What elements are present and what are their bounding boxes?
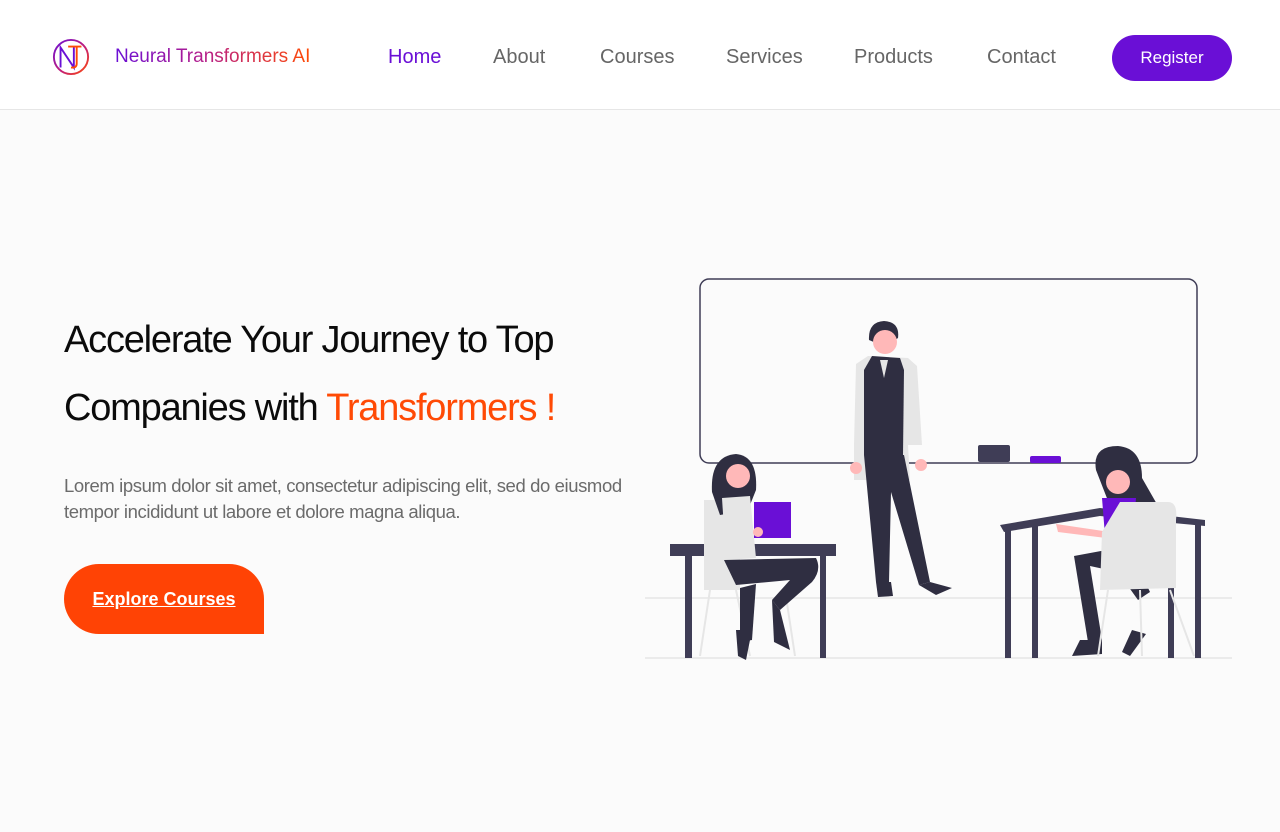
hero-title: Accelerate Your Journey to Top Companies…	[64, 306, 664, 442]
nt-monogram-icon[interactable]	[52, 38, 90, 76]
site-header: Neural Transformers AI Home About Course…	[0, 0, 1280, 110]
nav-about[interactable]: About	[493, 46, 545, 69]
brand-name[interactable]: Neural Transformers AI	[115, 46, 310, 68]
nav-services[interactable]: Services	[726, 46, 803, 69]
nav-products[interactable]: Products	[854, 46, 933, 69]
register-button[interactable]: Register	[1112, 35, 1232, 81]
hero-title-accent: Transformers !	[326, 387, 556, 429]
nav-contact[interactable]: Contact	[987, 46, 1056, 69]
hero-title-line2: Companies with	[64, 387, 327, 429]
hero-description: Lorem ipsum dolor sit amet, consectetur …	[64, 475, 622, 522]
explore-courses-button[interactable]: Explore Courses	[64, 564, 264, 634]
hero-title-line1: Accelerate Your Journey to Top	[64, 319, 555, 361]
nav-courses[interactable]: Courses	[600, 46, 674, 69]
classroom-illustration	[645, 278, 1232, 660]
nav-home[interactable]: Home	[388, 46, 441, 69]
